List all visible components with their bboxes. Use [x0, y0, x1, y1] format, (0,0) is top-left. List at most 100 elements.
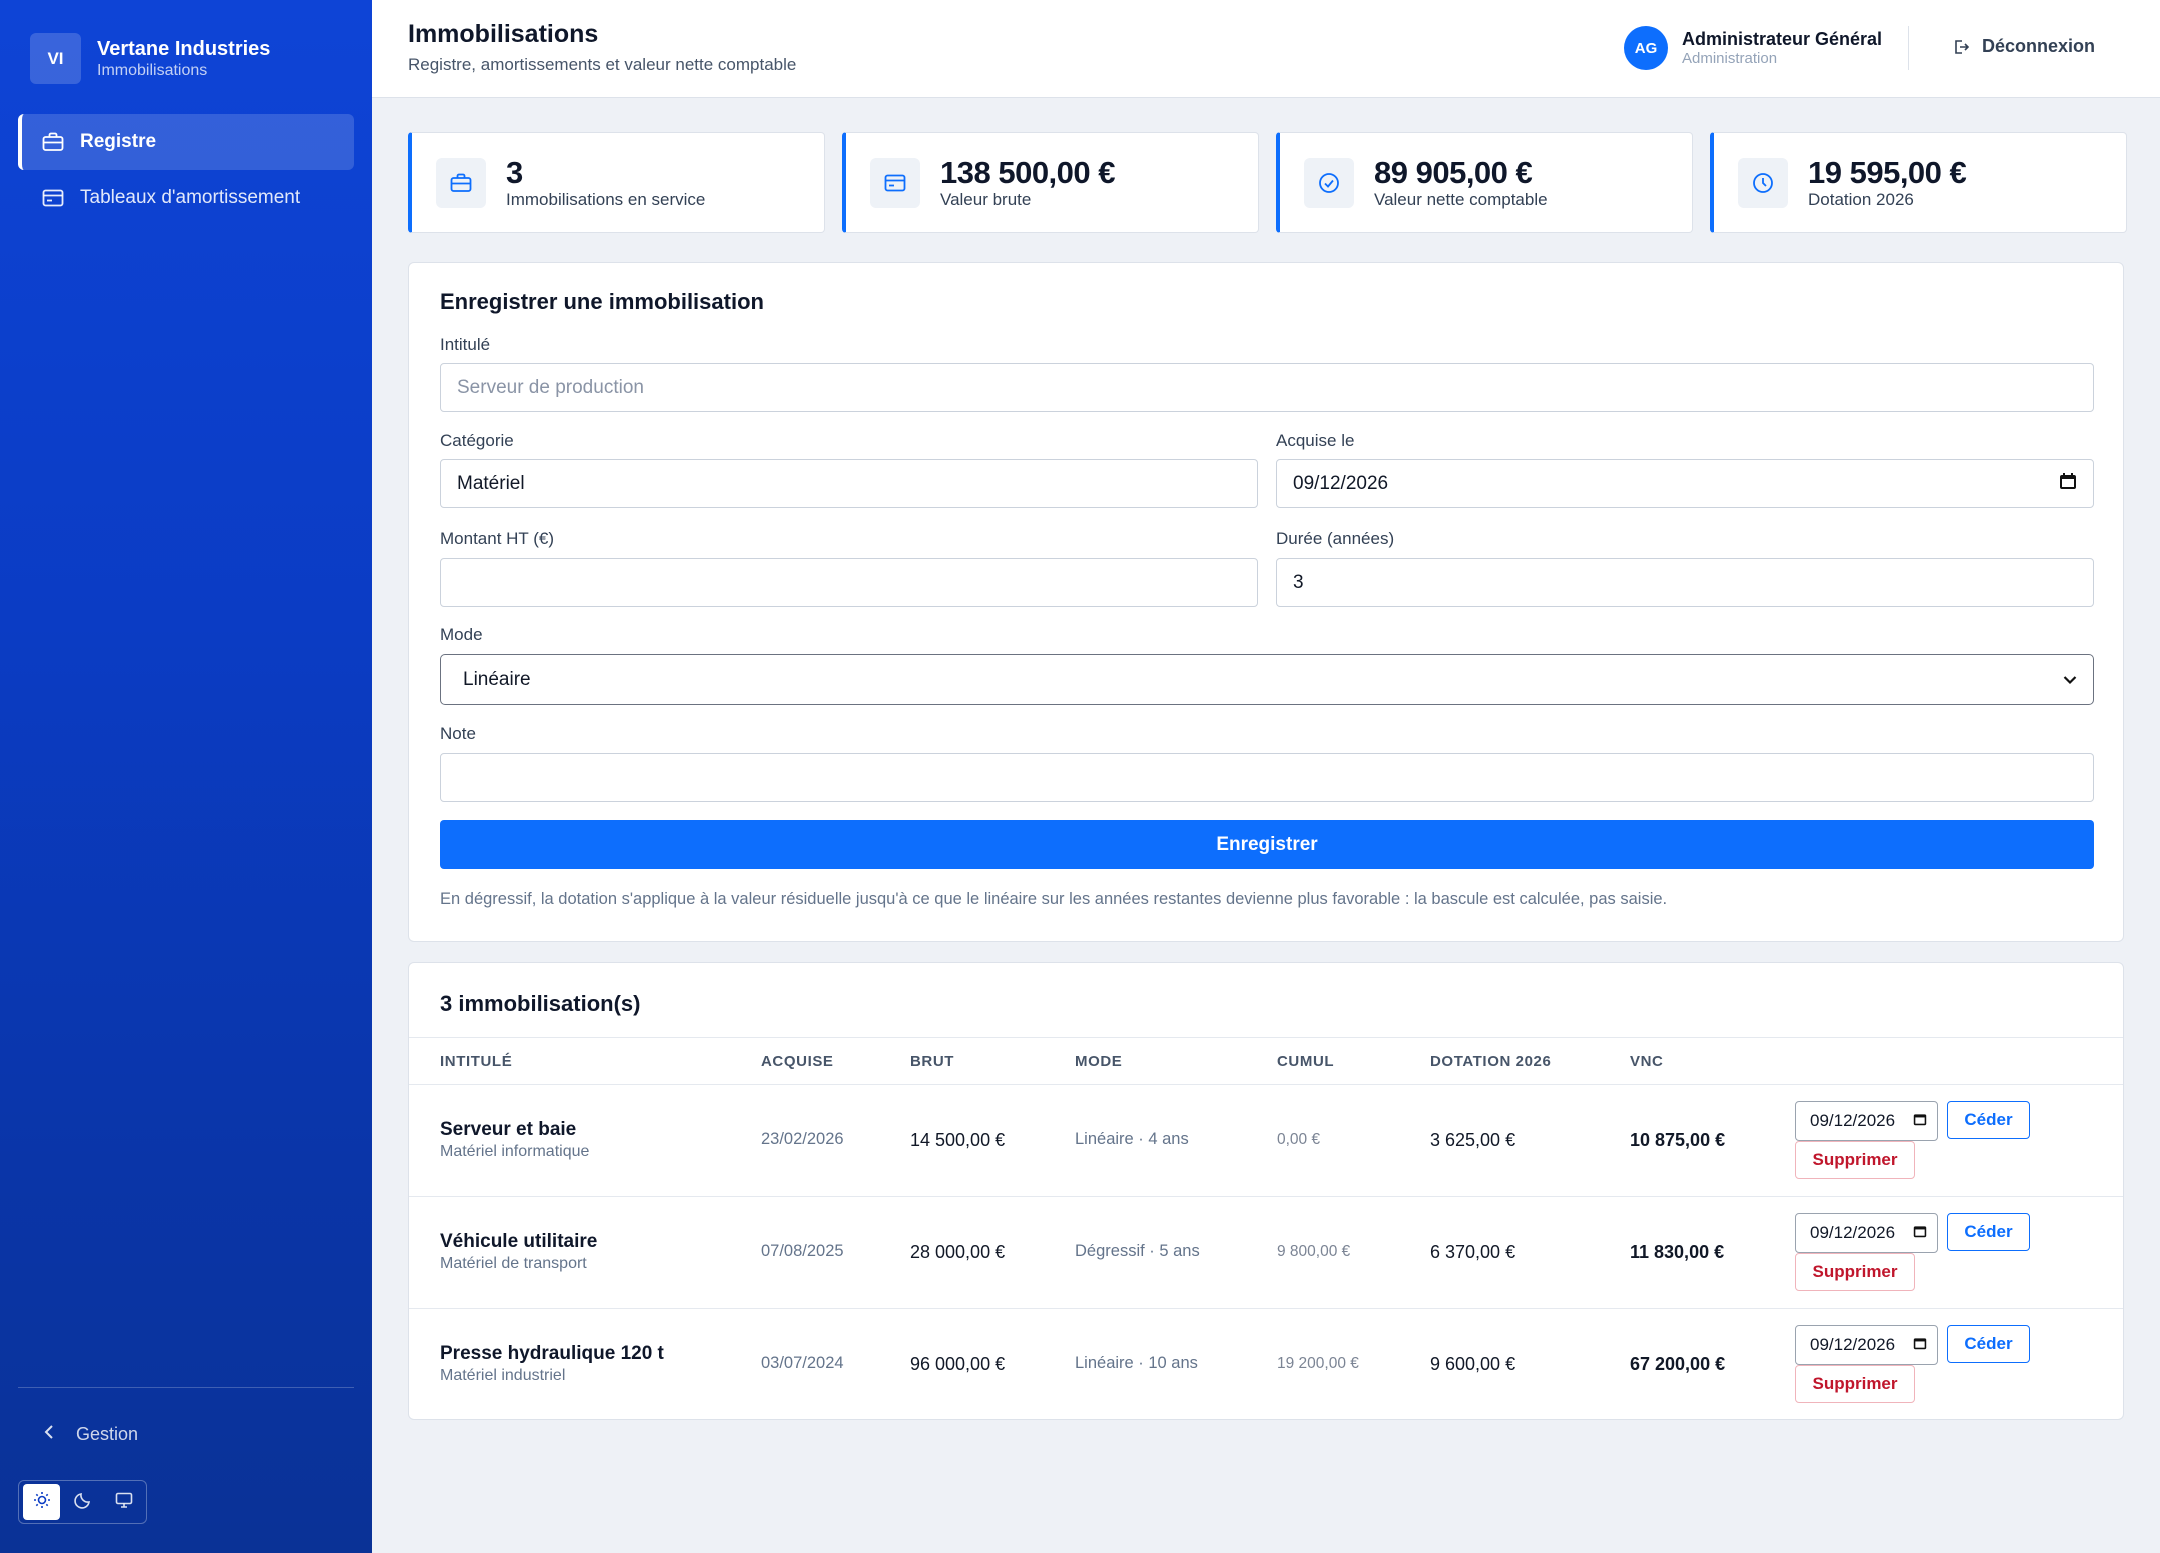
- cession-date-input[interactable]: 09/12/2026: [1795, 1213, 1938, 1253]
- column-header: VNC: [1630, 1053, 1664, 1070]
- asset-dotation: 9 600,00 €: [1430, 1354, 1516, 1374]
- asset-category: Matériel industriel: [440, 1367, 566, 1384]
- stat-label: Immobilisations en service: [506, 189, 706, 209]
- table-header: INTITULÉ ACQUISE BRUT MODE CUMUL DOTATIO…: [409, 1037, 2123, 1085]
- note-label: Note: [440, 724, 476, 743]
- column-header: MODE: [1075, 1053, 1123, 1070]
- asset-vnc: 10 875,00 €: [1630, 1130, 1726, 1150]
- asset-mode: Dégressif · 5 ans: [1075, 1242, 1200, 1260]
- cession-date-input[interactable]: 09/12/2026: [1795, 1101, 1938, 1141]
- cession-date-value: 09/12/2026: [1810, 1111, 1896, 1130]
- mode-value: Linéaire: [463, 668, 531, 690]
- intitule-input[interactable]: [440, 363, 2094, 412]
- asset-form-card: Enregistrer une immobilisation Intitulé …: [408, 262, 2124, 942]
- user-role: Administration: [1682, 50, 1778, 67]
- user-name: Administrateur Général: [1682, 29, 1883, 49]
- asset-brut: 28 000,00 €: [910, 1242, 1006, 1262]
- calendar-icon: [1913, 1223, 1927, 1243]
- sidebar-divider: [18, 1387, 354, 1388]
- asset-brut: 96 000,00 €: [910, 1354, 1006, 1374]
- degressive-hint: En dégressif, la dotation s'applique à l…: [440, 890, 1668, 908]
- cession-date-input[interactable]: 09/12/2026: [1795, 1325, 1938, 1365]
- theme-system-button[interactable]: [105, 1484, 142, 1520]
- asset-cumul: 0,00 €: [1277, 1131, 1321, 1148]
- stat-value: 3: [506, 154, 523, 190]
- ceder-button[interactable]: Céder: [1947, 1101, 2030, 1139]
- avatar: AG: [1624, 26, 1668, 70]
- sidebar-item-label: Tableaux d'amortissement: [80, 187, 301, 208]
- logout-label: Déconnexion: [1982, 36, 2096, 56]
- save-button[interactable]: Enregistrer: [440, 820, 2094, 869]
- stat-value: 19 595,00 €: [1808, 154, 1967, 190]
- logout-icon: [1952, 38, 1970, 56]
- asset-acquired: 03/07/2024: [761, 1354, 844, 1372]
- user-menu[interactable]: AG Administrateur Général Administration: [1624, 26, 1882, 70]
- back-to-gestion-link[interactable]: Gestion: [44, 1424, 138, 1445]
- ceder-button[interactable]: Céder: [1947, 1213, 2030, 1251]
- logout-button[interactable]: Déconnexion: [1952, 36, 2095, 57]
- calendar-icon: [2059, 472, 2077, 496]
- supprimer-button[interactable]: Supprimer: [1795, 1253, 1915, 1291]
- mode-select[interactable]: Linéaire: [440, 654, 2094, 705]
- asset-acquired: 07/08/2025: [761, 1242, 844, 1260]
- asset-vnc: 11 830,00 €: [1630, 1242, 1725, 1262]
- stat-card-count: 3 Immobilisations en service: [408, 132, 825, 233]
- montant-input[interactable]: [440, 558, 1258, 607]
- sidebar-item-tableaux[interactable]: Tableaux d'amortissement: [18, 170, 354, 226]
- briefcase-icon: [436, 157, 486, 208]
- acquise-label: Acquise le: [1276, 431, 1355, 450]
- brand: VI Vertane Industries Immobilisations: [30, 33, 270, 84]
- asset-category: Matériel de transport: [440, 1255, 587, 1272]
- asset-mode: Linéaire · 10 ans: [1075, 1354, 1198, 1372]
- asset-acquired: 23/02/2026: [761, 1130, 844, 1148]
- note-input[interactable]: [440, 753, 2094, 802]
- stat-label: Dotation 2026: [1808, 189, 1914, 209]
- theme-dark-button[interactable]: [64, 1484, 101, 1520]
- mode-label: Mode: [440, 625, 483, 644]
- theme-switcher: [18, 1480, 147, 1524]
- stat-label: Valeur nette comptable: [1374, 189, 1548, 209]
- sidebar-nav: Registre Tableaux d'amortissement: [18, 114, 354, 226]
- asset-cumul: 9 800,00 €: [1277, 1243, 1351, 1260]
- column-header: ACQUISE: [761, 1053, 834, 1070]
- chevron-down-icon: [2063, 669, 2077, 691]
- categorie-input[interactable]: Matériel: [440, 459, 1258, 508]
- acquise-value: 09/12/2026: [1293, 472, 1389, 494]
- sidebar-item-label: Registre: [80, 131, 157, 152]
- categorie-label: Catégorie: [440, 431, 514, 450]
- asset-vnc: 67 200,00 €: [1630, 1354, 1726, 1374]
- asset-dotation: 6 370,00 €: [1430, 1242, 1516, 1262]
- stat-value: 138 500,00 €: [940, 154, 1116, 190]
- supprimer-button[interactable]: Supprimer: [1795, 1365, 1915, 1403]
- table-row: Véhicule utilitaire Matériel de transpor…: [409, 1197, 2123, 1309]
- company-name: Vertane Industries: [97, 37, 271, 60]
- stat-card-net-value: 89 905,00 € Valeur nette comptable: [1276, 132, 1693, 233]
- calendar-icon: [1913, 1335, 1927, 1355]
- duree-label: Durée (années): [1276, 529, 1395, 548]
- chevron-left-icon: [44, 1424, 54, 1445]
- asset-name: Véhicule utilitaire: [440, 1231, 598, 1252]
- montant-label: Montant HT (€): [440, 529, 555, 548]
- supprimer-button[interactable]: Supprimer: [1795, 1141, 1915, 1179]
- asset-brut: 14 500,00 €: [910, 1130, 1006, 1150]
- sun-icon: [33, 1491, 51, 1514]
- gestion-label: Gestion: [76, 1424, 139, 1444]
- stat-value: 89 905,00 €: [1374, 154, 1533, 190]
- categorie-value: Matériel: [457, 472, 525, 494]
- duree-value: 3: [1293, 571, 1304, 593]
- column-header: BRUT: [910, 1053, 955, 1070]
- asset-name: Serveur et baie: [440, 1119, 577, 1140]
- sidebar: VI Vertane Industries Immobilisations Re…: [0, 0, 372, 1553]
- page-title: Immobilisations: [408, 20, 599, 48]
- clock-icon: [1738, 157, 1788, 208]
- asset-dotation: 3 625,00 €: [1430, 1130, 1516, 1150]
- column-header: CUMUL: [1277, 1053, 1335, 1070]
- duree-input[interactable]: 3: [1276, 558, 2094, 607]
- monitor-icon: [115, 1491, 133, 1514]
- sidebar-item-registre[interactable]: Registre: [18, 114, 354, 170]
- ceder-button[interactable]: Céder: [1947, 1325, 2030, 1363]
- theme-light-button[interactable]: [23, 1484, 60, 1520]
- cession-date-value: 09/12/2026: [1810, 1335, 1896, 1354]
- table-row: Presse hydraulique 120 t Matériel indust…: [409, 1309, 2123, 1421]
- acquise-date-input[interactable]: 09/12/2026: [1276, 459, 2094, 508]
